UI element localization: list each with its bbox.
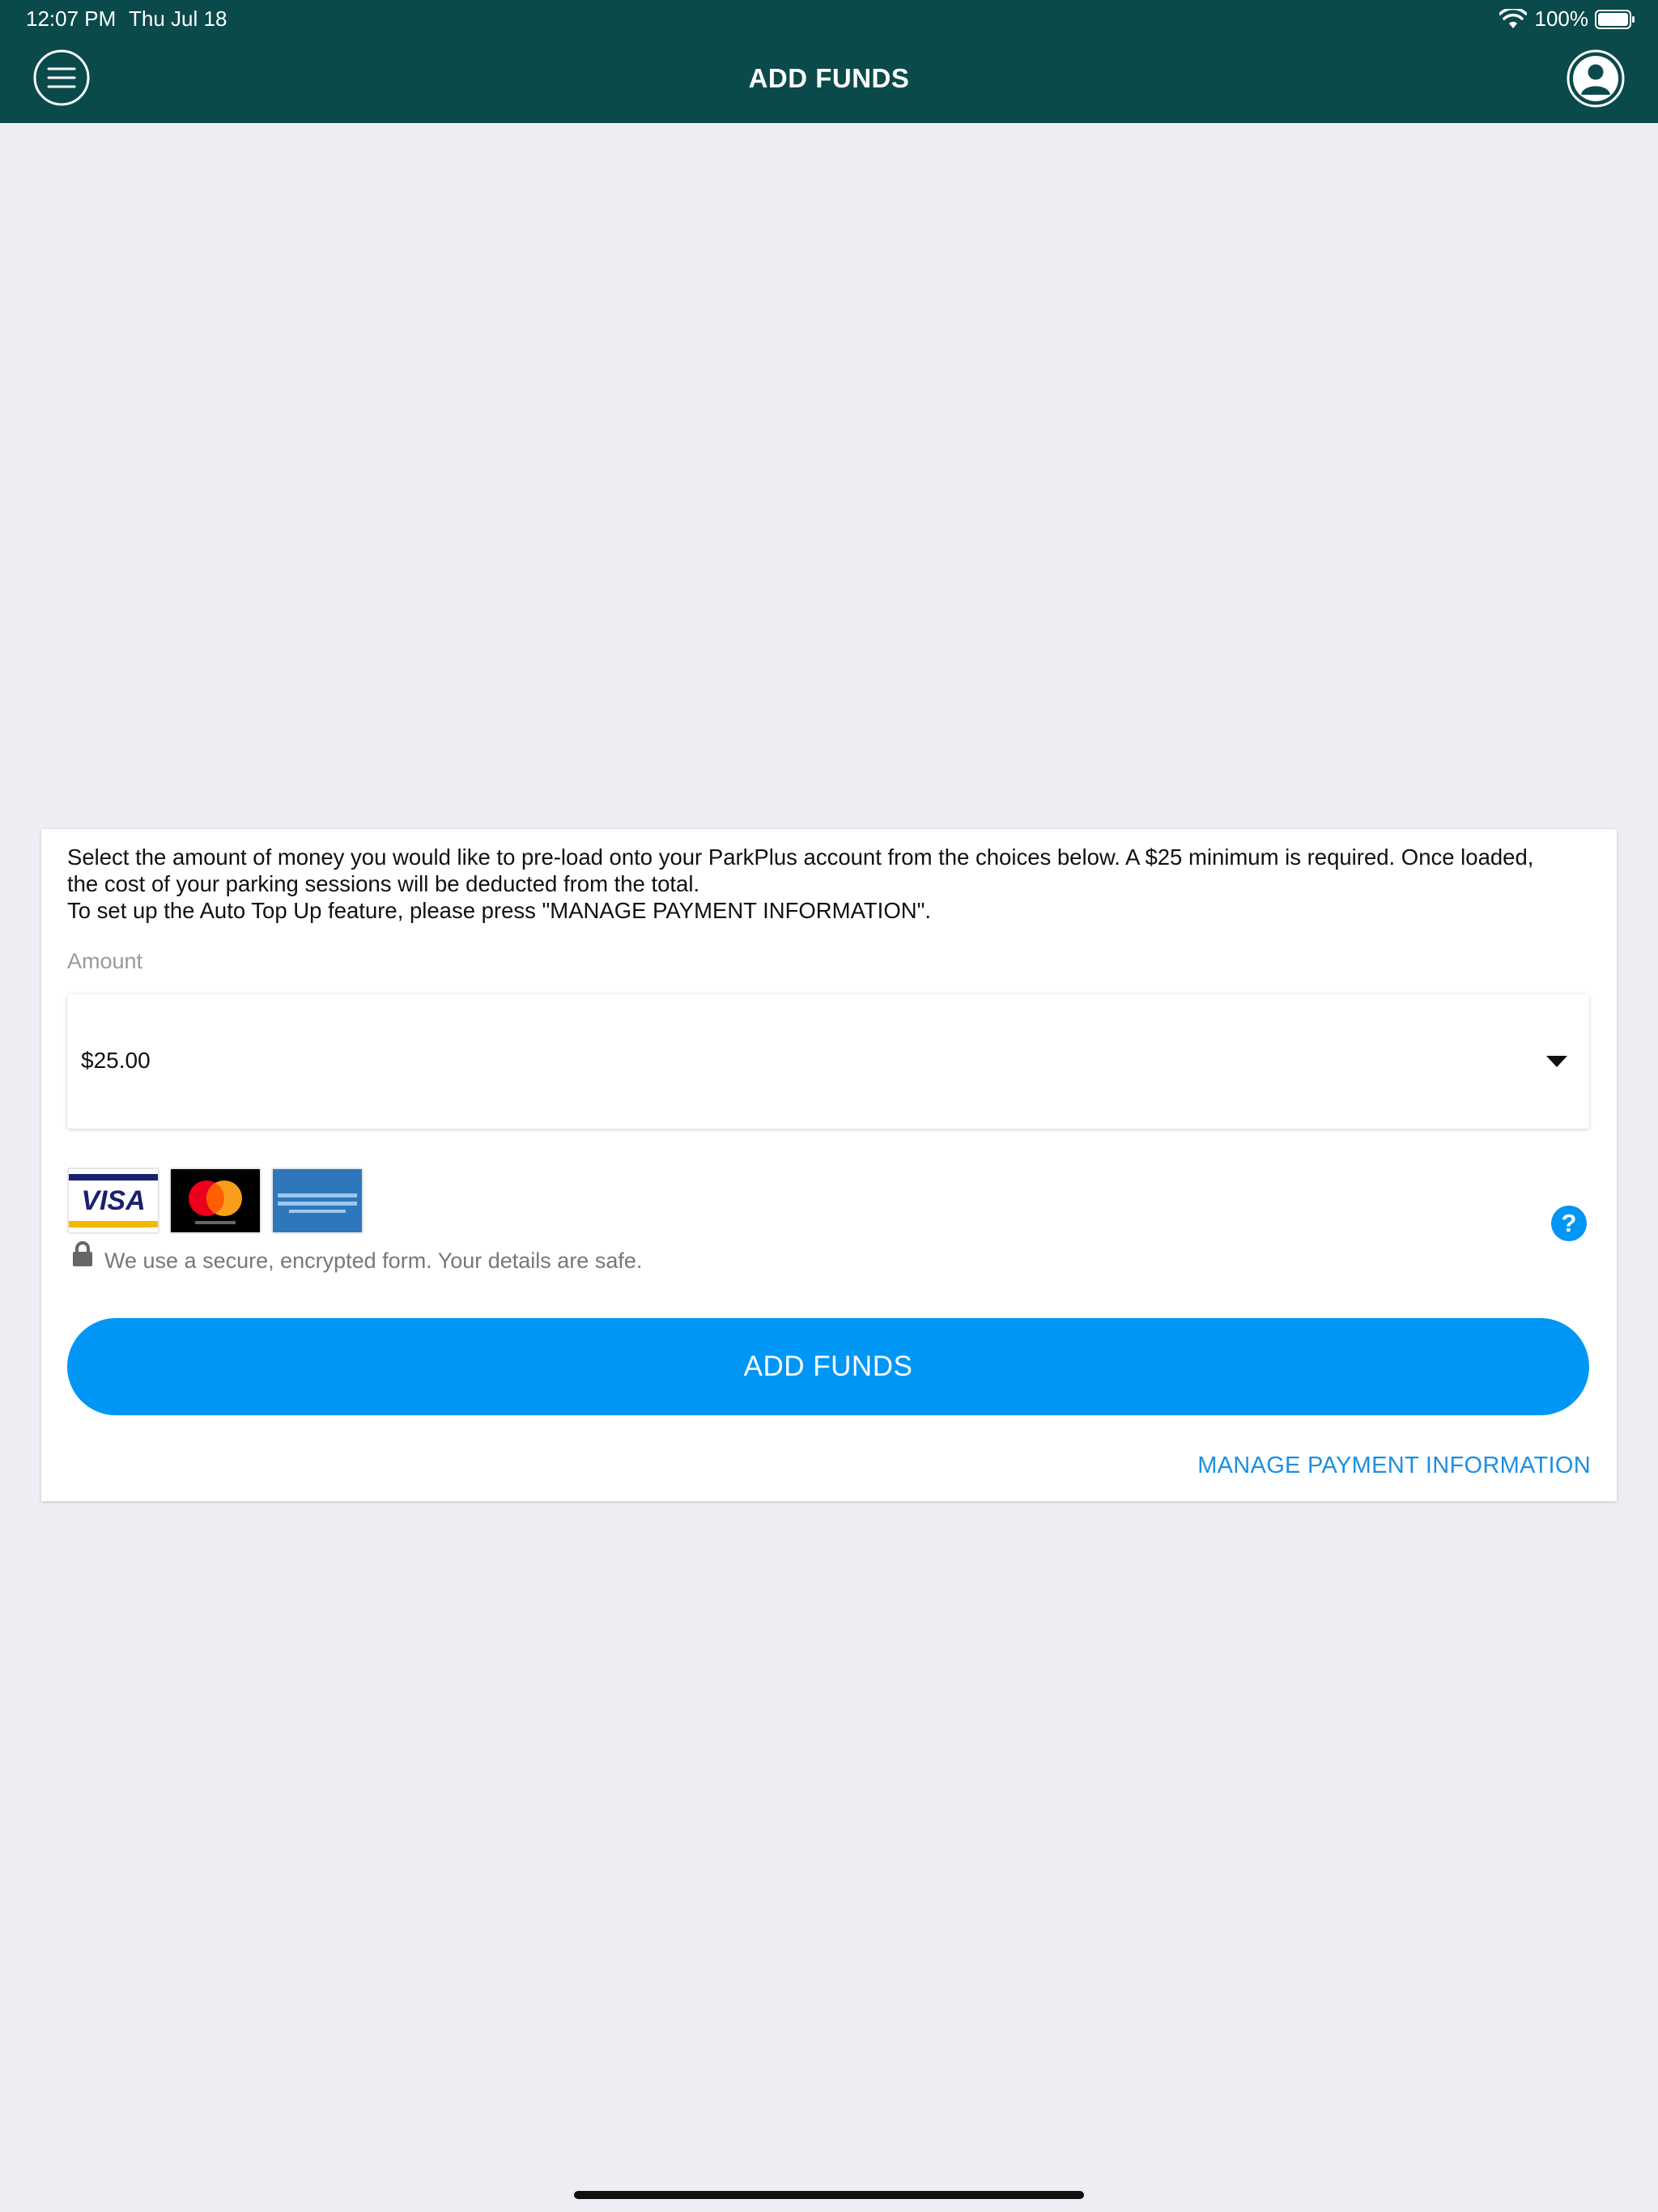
home-indicator[interactable] bbox=[574, 2191, 1084, 2199]
instructions-line: To set up the Auto Top Up feature, pleas… bbox=[67, 898, 931, 923]
status-indicators: 100% bbox=[1499, 6, 1636, 32]
app-header: 12:07 PM Thu Jul 18 100% ADD FUNDS bbox=[0, 0, 1658, 123]
add-funds-card: Select the amount of money you would lik… bbox=[41, 829, 1617, 1501]
instructions-text: Select the amount of money you would lik… bbox=[67, 844, 1605, 924]
user-profile-icon[interactable] bbox=[1566, 49, 1626, 108]
amount-select[interactable]: $25.00 bbox=[67, 994, 1589, 1129]
battery-icon bbox=[1595, 9, 1635, 29]
mastercard-logo bbox=[169, 1168, 261, 1234]
wifi-icon bbox=[1499, 8, 1527, 28]
svg-text:VISA: VISA bbox=[81, 1185, 145, 1216]
instructions-line: the cost of your parking sessions will b… bbox=[67, 871, 700, 896]
accepted-cards: VISA bbox=[67, 1168, 363, 1234]
status-time: 12:07 PM bbox=[26, 6, 117, 31]
add-funds-button[interactable]: ADD FUNDS bbox=[67, 1318, 1589, 1415]
manage-payment-link[interactable]: MANAGE PAYMENT INFORMATION bbox=[1197, 1453, 1591, 1479]
visa-logo: VISA bbox=[67, 1168, 159, 1234]
page-title: ADD FUNDS bbox=[748, 63, 910, 93]
battery-percent: 100% bbox=[1534, 6, 1589, 31]
svg-text:?: ? bbox=[1562, 1209, 1577, 1237]
instructions-line: Select the amount of money you would lik… bbox=[67, 844, 1534, 870]
status-date: Thu Jul 18 bbox=[129, 6, 227, 31]
amount-label: Amount bbox=[67, 949, 143, 973]
chevron-down-icon bbox=[1546, 1056, 1567, 1067]
amount-select-value: $25.00 bbox=[81, 1048, 151, 1073]
secure-note: We use a secure, encrypted form. Your de… bbox=[104, 1249, 643, 1273]
help-icon[interactable]: ? bbox=[1550, 1205, 1588, 1242]
lock-icon bbox=[73, 1241, 92, 1266]
american-express-logo bbox=[271, 1168, 363, 1234]
